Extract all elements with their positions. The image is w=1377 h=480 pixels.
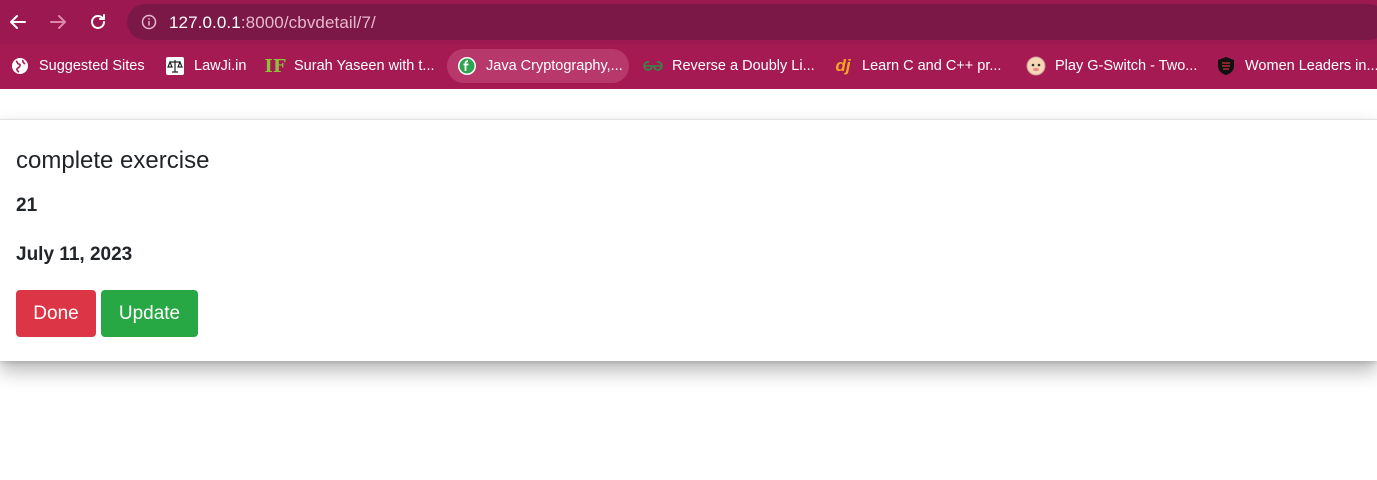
bookmark-label: LawJi.in: [194, 58, 247, 74]
url-text: 127.0.0.1:8000/cbvdetail/7/: [169, 13, 376, 33]
back-button[interactable]: [4, 8, 32, 36]
if-logo-icon: IF: [264, 55, 286, 77]
gfg-logo-icon: [643, 56, 663, 76]
task-date: July 11, 2023: [16, 244, 133, 265]
scales-icon: [165, 56, 185, 76]
page-top-spacer: [0, 89, 1377, 119]
reload-icon: [91, 14, 105, 29]
bookmark-label: Learn C and C++ pr...: [862, 58, 1002, 74]
task-title: complete exercise: [16, 147, 210, 174]
game-face-icon: [1026, 56, 1046, 76]
url-host: 127.0.0.1: [169, 13, 241, 32]
shield-crest-icon: [1216, 56, 1236, 76]
bookmark-label: Women Leaders in...: [1245, 58, 1377, 74]
bookmark-label: Reverse a Doubly Li...: [672, 58, 815, 74]
globe-icon: [10, 56, 30, 76]
bookmark-surah-yaseen[interactable]: IF Surah Yaseen with t...: [255, 49, 445, 83]
bookmark-label: Play G-Switch - Two...: [1055, 58, 1198, 74]
forward-button[interactable]: [44, 8, 72, 36]
bookmark-suggested-sites[interactable]: Suggested Sites: [0, 49, 155, 83]
bookmark-reverse-doubly[interactable]: Reverse a Doubly Li...: [633, 49, 825, 83]
update-button[interactable]: Update: [101, 290, 198, 337]
bookmark-java-cryptography[interactable]: Java Cryptography,...: [447, 49, 629, 83]
task-number: 21: [16, 195, 38, 216]
done-button[interactable]: Done: [16, 290, 96, 337]
back-arrow-icon: [10, 15, 26, 29]
bookmark-label: Suggested Sites: [39, 58, 145, 74]
reload-button[interactable]: [84, 8, 112, 36]
bookmark-label: Surah Yaseen with t...: [294, 58, 435, 74]
bookmark-learn-c[interactable]: dj Learn C and C++ pr...: [823, 49, 1011, 83]
bookmarks-bar: Suggested Sites LawJi.in IF Surah Yaseen…: [0, 44, 1377, 89]
url-path: :8000/cbvdetail/7/: [240, 13, 376, 32]
tutorial-logo-icon: [457, 56, 477, 76]
bookmark-lawji[interactable]: LawJi.in: [155, 49, 256, 83]
task-detail-card: complete exercise 21 July 11, 2023 Done …: [0, 119, 1377, 361]
bookmark-g-switch[interactable]: Play G-Switch - Two...: [1016, 49, 1207, 83]
site-info-icon[interactable]: [141, 14, 157, 30]
address-bar[interactable]: 127.0.0.1:8000/cbvdetail/7/: [127, 4, 1377, 40]
bookmark-label: Java Cryptography,...: [486, 58, 623, 74]
browser-toolbar: 127.0.0.1:8000/cbvdetail/7/: [0, 0, 1377, 44]
bookmark-women-leaders[interactable]: Women Leaders in...: [1206, 49, 1377, 83]
programiz-logo-icon: dj: [835, 56, 851, 75]
forward-arrow-icon: [50, 15, 66, 29]
